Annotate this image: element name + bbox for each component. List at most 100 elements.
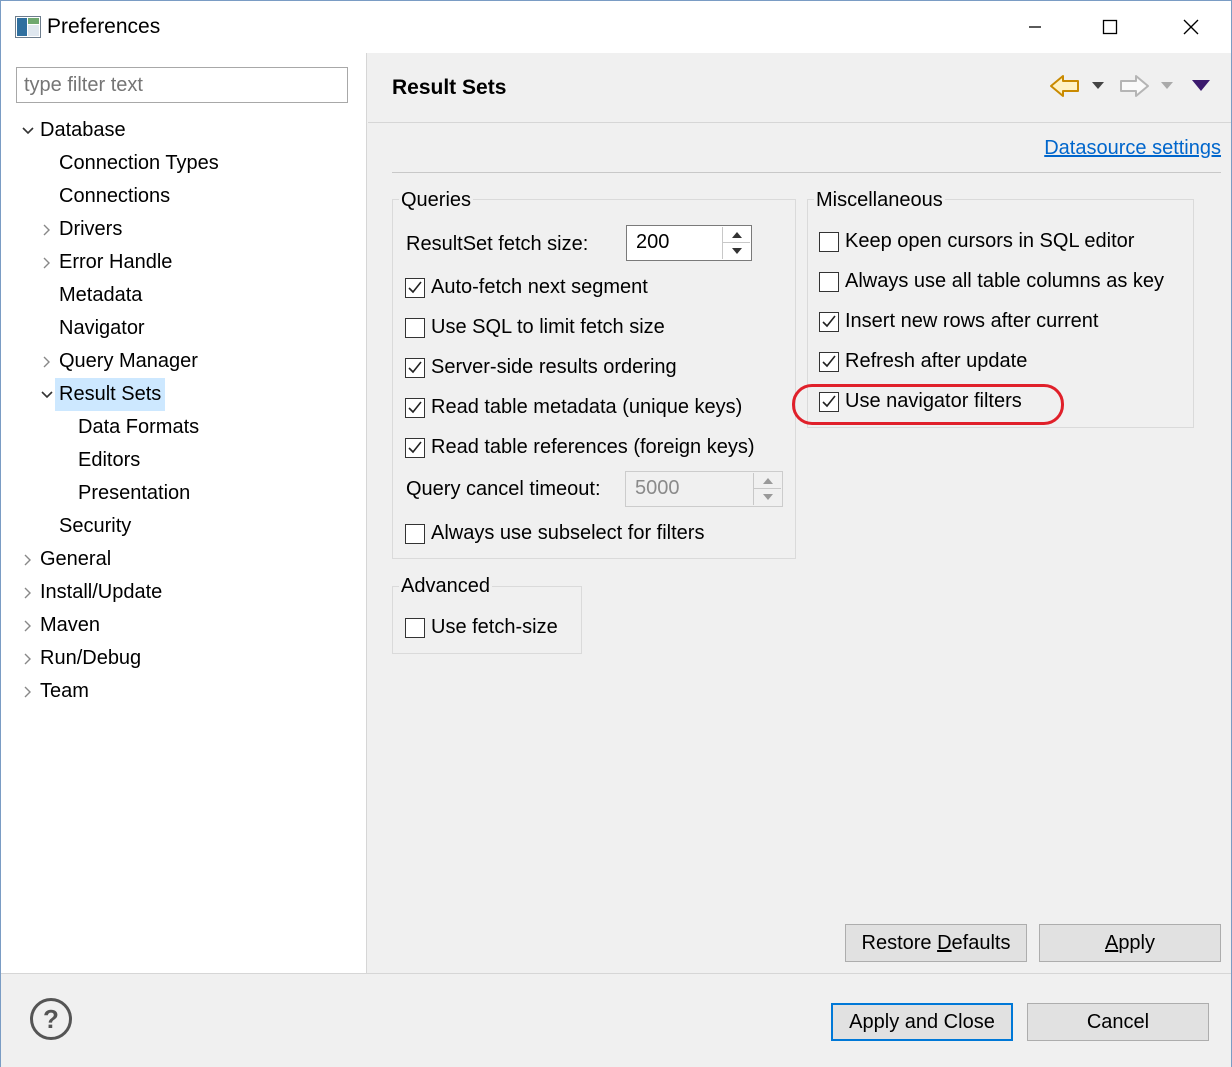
tree-item-database[interactable]: Database: [1, 114, 367, 147]
checkbox-checked-icon[interactable]: [819, 392, 839, 412]
caret-down-icon: [762, 494, 773, 500]
tree-item-navigator[interactable]: Navigator: [1, 312, 367, 345]
tree-item-label: Data Formats: [78, 416, 200, 438]
close-button[interactable]: [1171, 9, 1211, 45]
checkbox-unchecked-icon[interactable]: [819, 272, 839, 292]
cancel-timeout-decrement[interactable]: [753, 489, 781, 505]
caret-up-icon: [762, 477, 773, 484]
tree-item-result-sets[interactable]: Result Sets: [1, 378, 367, 411]
queries-group-title: Queries: [399, 189, 474, 212]
tree-item-query-manager[interactable]: Query Manager: [1, 345, 367, 378]
checkbox-checked-icon[interactable]: [405, 358, 425, 378]
checkbox-checked-icon[interactable]: [405, 278, 425, 298]
chevron-right-icon[interactable]: [40, 213, 54, 246]
filter-input[interactable]: [16, 67, 348, 103]
content-pane: Result Sets Datasource settings Queries …: [368, 53, 1231, 973]
tree-item-maven[interactable]: Maven: [1, 609, 367, 642]
chevron-right-icon[interactable]: [40, 246, 54, 279]
chevron-down-icon: [1092, 82, 1104, 89]
tree-item-label: Result Sets: [55, 378, 166, 411]
tree-item-presentation[interactable]: Presentation: [1, 477, 367, 510]
tree-item-editors[interactable]: Editors: [1, 444, 367, 477]
back-button[interactable]: [1048, 71, 1082, 101]
tree-item-error-handle[interactable]: Error Handle: [1, 246, 367, 279]
tree-item-label: Security: [59, 515, 132, 537]
cancel-timeout-spinner[interactable]: 5000: [625, 471, 783, 507]
preferences-window: Preferences Database Connection Types Conn…: [0, 0, 1232, 1067]
maximize-button[interactable]: [1090, 9, 1130, 45]
minimize-button[interactable]: [1015, 9, 1055, 45]
title-bar: Preferences: [1, 1, 1231, 53]
checkbox-unchecked-icon[interactable]: [405, 318, 425, 338]
chevron-right-icon[interactable]: [21, 609, 35, 642]
checkbox-label: Keep open cursors in SQL editor: [845, 230, 1135, 252]
tree-item-general[interactable]: General: [1, 543, 367, 576]
checkbox-label: Use fetch-size: [431, 616, 558, 638]
chevron-right-icon[interactable]: [21, 576, 35, 609]
restore-defaults-label-post: efaults: [951, 931, 1011, 954]
tree-item-label: Connection Types: [59, 152, 219, 174]
restore-defaults-button[interactable]: Restore Defaults: [845, 924, 1027, 962]
checkbox-checked-icon[interactable]: [405, 438, 425, 458]
tree-item-data-formats[interactable]: Data Formats: [1, 411, 367, 444]
checkbox-checked-icon[interactable]: [405, 398, 425, 418]
fetch-size-increment[interactable]: [722, 227, 750, 243]
tree-item-metadata[interactable]: Metadata: [1, 279, 367, 312]
datasource-settings-link[interactable]: Datasource settings: [1044, 137, 1221, 160]
miscellaneous-group-title: Miscellaneous: [814, 189, 945, 212]
back-arrow-icon: [1050, 75, 1079, 97]
view-menu-button[interactable]: [1190, 76, 1212, 96]
tree-item-label: Presentation: [78, 482, 191, 504]
chevron-right-icon[interactable]: [21, 675, 35, 708]
chevron-down-icon[interactable]: [40, 378, 54, 411]
checkbox-label: Use navigator filters: [845, 390, 1022, 412]
restore-defaults-label-pre: Restore: [861, 931, 938, 954]
checkbox-unchecked-icon[interactable]: [405, 524, 425, 544]
tree-item-label: Error Handle: [59, 251, 173, 273]
dialog-button-bar: ? Apply and Close Cancel: [1, 973, 1231, 1067]
checkbox-label: Always use all table columns as key: [845, 270, 1165, 292]
fetch-size-spinner[interactable]: 200: [626, 225, 752, 261]
tree-item-run-debug[interactable]: Run/Debug: [1, 642, 367, 675]
cancel-timeout-value: 5000: [635, 477, 680, 499]
separator: [392, 172, 1221, 173]
page-title: Result Sets: [392, 76, 507, 99]
chevron-down-icon[interactable]: [21, 114, 35, 147]
tree-item-label: Query Manager: [59, 350, 198, 372]
cancel-timeout-label: Query cancel timeout:: [406, 478, 601, 500]
tree-item-drivers[interactable]: Drivers: [1, 213, 367, 246]
app-icon: [15, 16, 41, 38]
fetch-size-decrement[interactable]: [722, 243, 750, 259]
advanced-group-title: Advanced: [399, 575, 492, 598]
back-history-dropdown[interactable]: [1090, 78, 1106, 94]
tree-item-label: Install/Update: [40, 581, 163, 603]
apply-button[interactable]: Apply: [1039, 924, 1221, 962]
chevron-right-icon[interactable]: [40, 345, 54, 378]
tree-item-connection-types[interactable]: Connection Types: [1, 147, 367, 180]
cancel-button[interactable]: Cancel: [1027, 1003, 1209, 1041]
forward-history-dropdown[interactable]: [1159, 78, 1175, 94]
minimize-icon: [1029, 26, 1041, 28]
checkbox-checked-icon[interactable]: [819, 352, 839, 372]
checkbox-unchecked-icon[interactable]: [819, 232, 839, 252]
checkbox-unchecked-icon[interactable]: [405, 618, 425, 638]
chevron-down-icon: [1161, 82, 1173, 89]
tree-item-label: Team: [40, 680, 89, 702]
chevron-right-icon[interactable]: [21, 642, 35, 675]
fetch-size-stepper: [722, 227, 750, 259]
tree-item-label: Metadata: [59, 284, 143, 306]
tree-item-team[interactable]: Team: [1, 675, 367, 708]
navigation-pane: Database Connection Types Connections Drive…: [1, 53, 367, 973]
tree-item-connections[interactable]: Connections: [1, 180, 367, 213]
cancel-timeout-increment[interactable]: [753, 473, 781, 489]
checkbox-label: Insert new rows after current: [845, 310, 1099, 332]
checkbox-label: Server-side results ordering: [431, 356, 677, 378]
help-icon[interactable]: ?: [30, 998, 72, 1040]
caret-up-icon: [731, 231, 742, 238]
forward-button[interactable]: [1117, 71, 1151, 101]
tree-item-install-update[interactable]: Install/Update: [1, 576, 367, 609]
chevron-right-icon[interactable]: [21, 543, 35, 576]
apply-and-close-button[interactable]: Apply and Close: [831, 1003, 1013, 1041]
tree-item-security[interactable]: Security: [1, 510, 367, 543]
checkbox-checked-icon[interactable]: [819, 312, 839, 332]
